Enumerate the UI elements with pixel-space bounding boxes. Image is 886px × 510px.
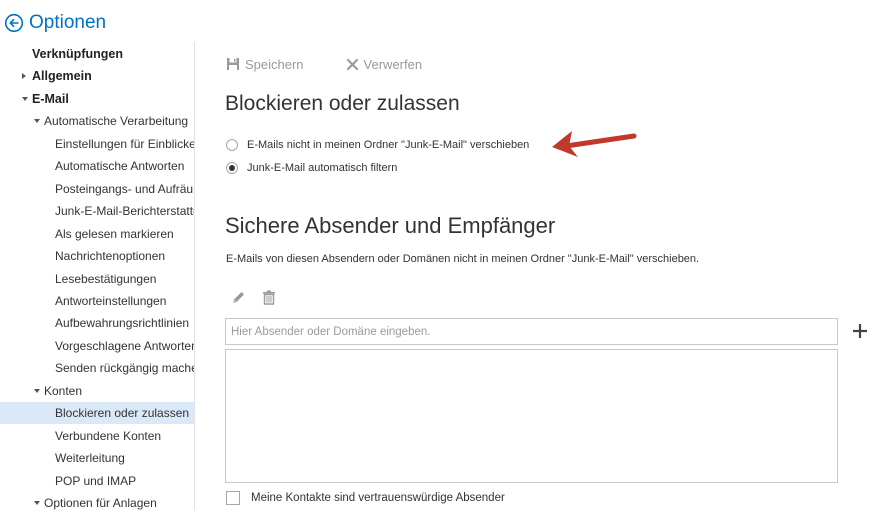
- edit-pencil-icon[interactable]: [231, 290, 246, 310]
- sidebar-item[interactable]: POP und IMAP: [0, 470, 194, 492]
- sidebar-item-label: Nachrichtenoptionen: [55, 249, 166, 264]
- sidebar-item[interactable]: Allgemein: [0, 65, 194, 87]
- sidebar-item-label: E-Mail: [32, 91, 69, 106]
- sidebar-item-label: Optionen für Anlagen: [44, 496, 157, 510]
- section-title-block-allow: Blockieren oder zulassen: [225, 92, 460, 115]
- sidebar-item[interactable]: Konten: [0, 380, 194, 402]
- sidebar-item[interactable]: Aufbewahrungsrichtlinien: [0, 312, 194, 334]
- sidebar-item-label: Verknüpfungen: [32, 47, 123, 61]
- save-icon: [227, 58, 239, 70]
- radio-button[interactable]: [226, 139, 238, 151]
- sidebar-item[interactable]: E-Mail: [0, 88, 194, 110]
- caret-down-icon[interactable]: [34, 501, 40, 505]
- sidebar-item[interactable]: Antworteinstellungen: [0, 290, 194, 312]
- sender-domain-input[interactable]: [225, 318, 838, 345]
- sidebar-item-label: Lesebestätigungen: [55, 271, 157, 286]
- radio-label: Junk-E-Mail automatisch filtern: [247, 162, 398, 174]
- options-sidebar: Verknüpfungen Allgemein E-Mail Automatische…: [0, 42, 195, 510]
- save-label: Speichern: [245, 56, 304, 72]
- sidebar-item[interactable]: Nachrichtenoptionen: [0, 245, 194, 267]
- sidebar-item[interactable]: Einstellungen für Einblicke: [0, 133, 194, 155]
- radio-label: E-Mails nicht in meinen Ordner "Junk-E-M…: [247, 139, 530, 151]
- sidebar-item-label: Automatische Verarbeitung: [44, 114, 189, 129]
- sidebar-item-label: Vorgeschlagene Antworten: [55, 338, 194, 353]
- sidebar-item[interactable]: Junk-E-Mail-Berichterstattung: [0, 200, 194, 222]
- sidebar-item-label: Senden rückgängig machen: [55, 361, 194, 376]
- discard-label: Verwerfen: [363, 56, 423, 72]
- sidebar-item-label: Blockieren oder zulassen: [55, 406, 190, 421]
- sidebar-item-label: Aufbewahrungsrichtlinien: [55, 316, 190, 331]
- close-icon: [346, 58, 358, 70]
- save-button[interactable]: Speichern: [226, 57, 304, 72]
- section-title-safe-senders: Sichere Absender und Empfänger: [225, 213, 556, 238]
- plus-icon: [853, 324, 867, 338]
- list-actions: [231, 290, 276, 310]
- sidebar-item[interactable]: Automatische Verarbeitung: [0, 110, 194, 132]
- sidebar-item[interactable]: Posteingangs- und Aufräumregeln: [0, 178, 194, 200]
- checkbox-label: Meine Kontakte sind vertrauenswürdige Ab…: [251, 492, 505, 504]
- sidebar-item[interactable]: Senden rückgängig machen: [0, 357, 194, 379]
- radio-option-dont-move[interactable]: E-Mails nicht in meinen Ordner "Junk-E-M…: [226, 139, 529, 151]
- toolbar: Speichern Verwerfen: [226, 54, 422, 74]
- trash-icon[interactable]: [262, 290, 276, 310]
- sidebar-item[interactable]: Vorgeschlagene Antworten: [0, 335, 194, 357]
- sidebar-item-label: Posteingangs- und Aufräumregeln: [55, 181, 194, 196]
- caret-down-icon[interactable]: [34, 388, 40, 393]
- caret-down-icon[interactable]: [34, 119, 40, 124]
- sidebar-item[interactable]: Verbundene Konten: [0, 425, 194, 447]
- sidebar-item[interactable]: Als gelesen markieren: [0, 223, 194, 245]
- sidebar-item-label: Automatische Antworten: [55, 159, 185, 174]
- page-title: Optionen: [29, 12, 107, 33]
- sidebar-item-label: Als gelesen markieren: [55, 226, 174, 241]
- trust-contacts-checkbox[interactable]: [226, 491, 240, 505]
- sidebar-item[interactable]: Weiterleitung: [0, 447, 194, 469]
- sidebar-item-label: Konten: [44, 383, 83, 398]
- caret-down-icon[interactable]: [22, 96, 28, 101]
- radio-option-auto-filter[interactable]: Junk-E-Mail automatisch filtern: [226, 162, 397, 174]
- caret-right-icon[interactable]: [22, 73, 26, 80]
- sidebar-item[interactable]: Optionen für Anlagen: [0, 492, 194, 510]
- sidebar-item-label: POP und IMAP: [55, 473, 137, 488]
- safe-senders-description: E-Mails von diesen Absendern oder Domäne…: [226, 253, 700, 265]
- back-arrow-icon[interactable]: [4, 13, 24, 33]
- sidebar-item[interactable]: Automatische Antworten: [0, 155, 194, 177]
- discard-button[interactable]: Verwerfen: [346, 56, 423, 72]
- safe-senders-list[interactable]: [225, 349, 838, 483]
- red-arrow-icon: [552, 131, 637, 157]
- sidebar-item-label: Junk-E-Mail-Berichterstattung: [55, 204, 194, 219]
- sidebar-item-label: Antworteinstellungen: [55, 293, 167, 308]
- sidebar-item-label: Allgemein: [32, 69, 92, 84]
- sidebar-item-label: Verbundene Konten: [55, 428, 162, 443]
- radio-button-checked[interactable]: [226, 162, 238, 174]
- app-header: Optionen: [4, 10, 106, 36]
- sidebar-item-label: Einstellungen für Einblicke: [55, 136, 194, 151]
- sidebar-item-label: Weiterleitung: [55, 451, 125, 466]
- trust-contacts-option[interactable]: Meine Kontakte sind vertrauenswürdige Ab…: [226, 491, 505, 505]
- sidebar-item[interactable]: Lesebestätigungen: [0, 268, 194, 290]
- sidebar-item[interactable]: Blockieren oder zulassen: [0, 402, 194, 425]
- add-sender-button[interactable]: [849, 320, 871, 342]
- sidebar-item[interactable]: Verknüpfungen: [0, 43, 194, 65]
